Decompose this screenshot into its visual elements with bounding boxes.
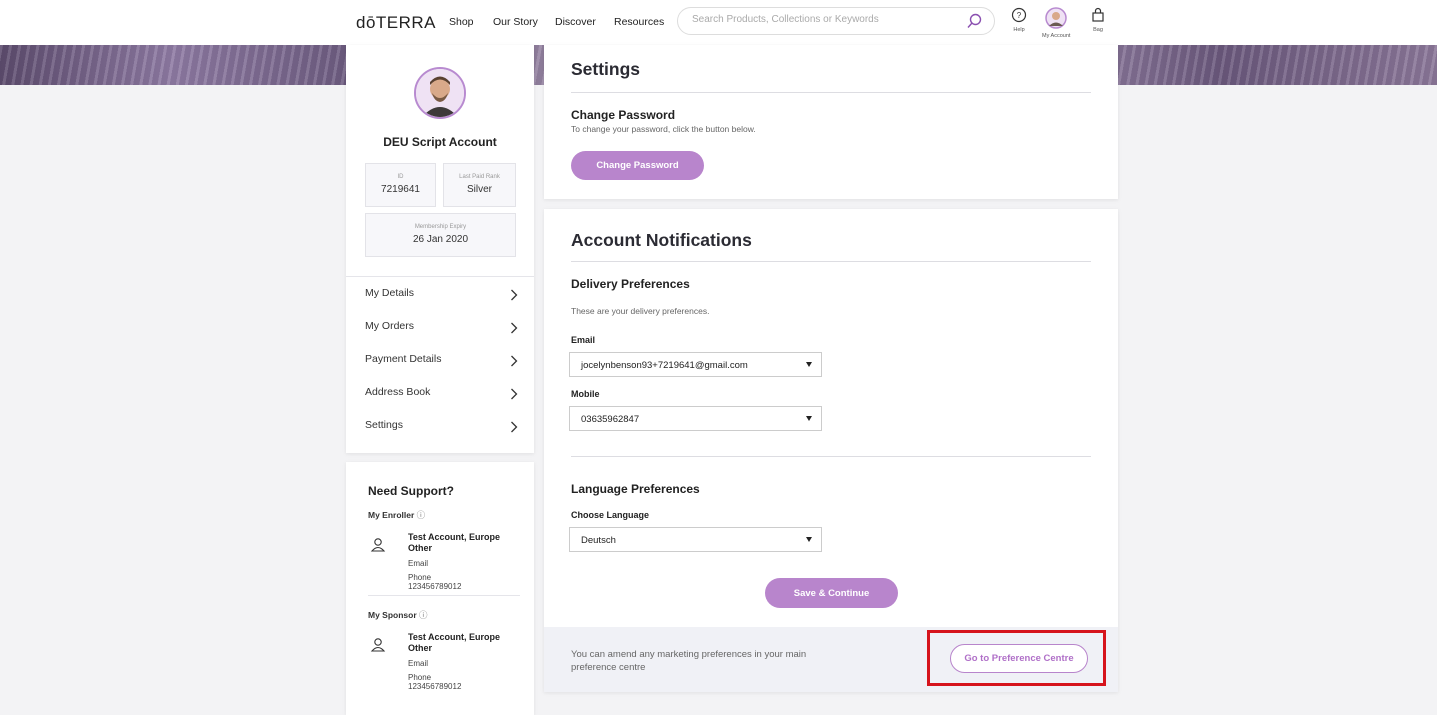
email-label: Email: [571, 335, 596, 345]
email-select[interactable]: jocelynbenson93+7219641@gmail.com: [569, 352, 822, 377]
sidebar-item-label: Payment Details: [365, 353, 442, 365]
membership-expiry-stat: Membership Expiry 26 Jan 2020: [365, 213, 516, 257]
language-preferences-heading: Language Preferences: [571, 482, 700, 496]
search-bar: [677, 7, 995, 35]
delivery-preferences-heading: Delivery Preferences: [571, 277, 690, 291]
search-input[interactable]: [692, 14, 962, 25]
sponsor-name: Test Account, Europe Other: [408, 632, 501, 653]
bag-icon: [1090, 7, 1106, 25]
sidebar-item-my-details[interactable]: My Details: [346, 277, 534, 310]
save-continue-button[interactable]: Save & Continue: [765, 578, 898, 608]
nav-our-story[interactable]: Our Story: [493, 16, 538, 28]
user-icon: [370, 537, 386, 558]
mobile-select-value: 03635962847: [581, 414, 640, 425]
language-select-value: Deutsch: [581, 535, 616, 546]
enroller-email[interactable]: Email: [408, 559, 428, 568]
language-select[interactable]: Deutsch: [569, 527, 822, 552]
profile-avatar: [414, 67, 466, 119]
divider: [571, 456, 1091, 457]
sidebar-item-address-book[interactable]: Address Book: [346, 376, 534, 409]
divider: [571, 92, 1091, 93]
help-label: Help: [1013, 27, 1025, 33]
chevron-down-icon: [806, 537, 812, 542]
enroller-name: Test Account, Europe Other: [408, 532, 501, 553]
sidebar-item-label: Settings: [365, 419, 403, 431]
avatar: [1045, 7, 1067, 31]
help-button[interactable]: ? Help: [1011, 7, 1027, 33]
top-navigation-bar: dōTERRA Shop Our Story Discover Resource…: [0, 0, 1437, 45]
change-password-button[interactable]: Change Password: [571, 151, 704, 180]
id-stat: ID 7219641: [365, 163, 436, 207]
svg-text:?: ?: [1017, 11, 1022, 20]
nav-shop[interactable]: Shop: [449, 16, 474, 28]
settings-card: Settings Change Password To change your …: [544, 45, 1118, 199]
profile-name: DEU Script Account: [383, 135, 497, 149]
bag-label: Bag: [1093, 27, 1103, 33]
doterra-logo[interactable]: dōTERRA: [356, 13, 436, 33]
id-value: 7219641: [381, 184, 420, 195]
preference-centre-footer: You can amend any marketing preferences …: [544, 627, 1118, 692]
search-icon[interactable]: [966, 13, 982, 34]
email-select-value: jocelynbenson93+7219641@gmail.com: [581, 360, 748, 371]
sponsor-phone: Phone 123456789012: [408, 673, 462, 691]
chevron-right-icon: [510, 387, 518, 405]
my-enroller-heading: My Enroller ⓘ: [368, 509, 425, 521]
sidebar-item-my-orders[interactable]: My Orders: [346, 310, 534, 343]
mobile-label: Mobile: [571, 389, 600, 399]
rank-value: Silver: [466, 184, 492, 195]
notifications-title: Account Notifications: [571, 230, 752, 250]
chevron-down-icon: [806, 416, 812, 421]
rank-label: Last Paid Rank: [459, 174, 500, 180]
sidebar-item-payment-details[interactable]: Payment Details: [346, 343, 534, 376]
my-enroller-label: My Enroller: [368, 510, 415, 520]
support-title: Need Support?: [368, 484, 454, 498]
chevron-right-icon: [510, 288, 518, 306]
my-account-button[interactable]: My Account: [1042, 7, 1070, 39]
my-account-label: My Account: [1042, 33, 1071, 39]
sidebar-item-settings[interactable]: Settings: [346, 409, 534, 442]
sidebar-item-label: Address Book: [365, 386, 431, 398]
sidebar-item-label: My Orders: [365, 320, 415, 332]
go-to-preference-centre-button[interactable]: Go to Preference Centre: [950, 644, 1088, 673]
divider: [571, 261, 1091, 262]
help-icon: ?: [1011, 7, 1027, 25]
expiry-label: Membership Expiry: [414, 224, 467, 230]
chevron-right-icon: [510, 354, 518, 372]
id-label: ID: [397, 174, 404, 180]
chevron-right-icon: [510, 321, 518, 339]
divider: [368, 595, 520, 596]
page-title: Settings: [571, 59, 641, 79]
preference-footer-text: You can amend any marketing preferences …: [571, 649, 807, 673]
delivery-preferences-description: These are your delivery preferences.: [571, 306, 710, 316]
info-icon[interactable]: ⓘ: [419, 610, 428, 620]
expiry-value: 26 Jan 2020: [412, 234, 469, 245]
mobile-select[interactable]: 03635962847: [569, 406, 822, 431]
account-notifications-card: Account Notifications Delivery Preferenc…: [544, 209, 1118, 692]
profile-card: DEU Script Account ID 7219641 Last Paid …: [346, 45, 534, 453]
enroller-phone: Phone 123456789012: [408, 573, 462, 591]
bag-button[interactable]: Bag: [1090, 7, 1106, 33]
info-icon[interactable]: ⓘ: [417, 510, 426, 520]
choose-language-label: Choose Language: [571, 510, 650, 520]
user-icon: [370, 637, 386, 658]
support-card: Need Support? My Enroller ⓘ Test Account…: [346, 462, 534, 715]
chevron-right-icon: [510, 420, 518, 438]
change-password-heading: Change Password: [571, 108, 676, 122]
rank-stat: Last Paid Rank Silver: [443, 163, 516, 207]
sidebar-item-label: My Details: [365, 287, 415, 299]
chevron-down-icon: [806, 362, 812, 367]
nav-discover[interactable]: Discover: [555, 16, 596, 28]
sponsor-email[interactable]: Email: [408, 659, 428, 668]
my-sponsor-label: My Sponsor: [368, 610, 417, 620]
nav-resources[interactable]: Resources: [614, 16, 664, 28]
my-sponsor-heading: My Sponsor ⓘ: [368, 609, 428, 621]
change-password-description: To change your password, click the butto…: [571, 124, 756, 134]
